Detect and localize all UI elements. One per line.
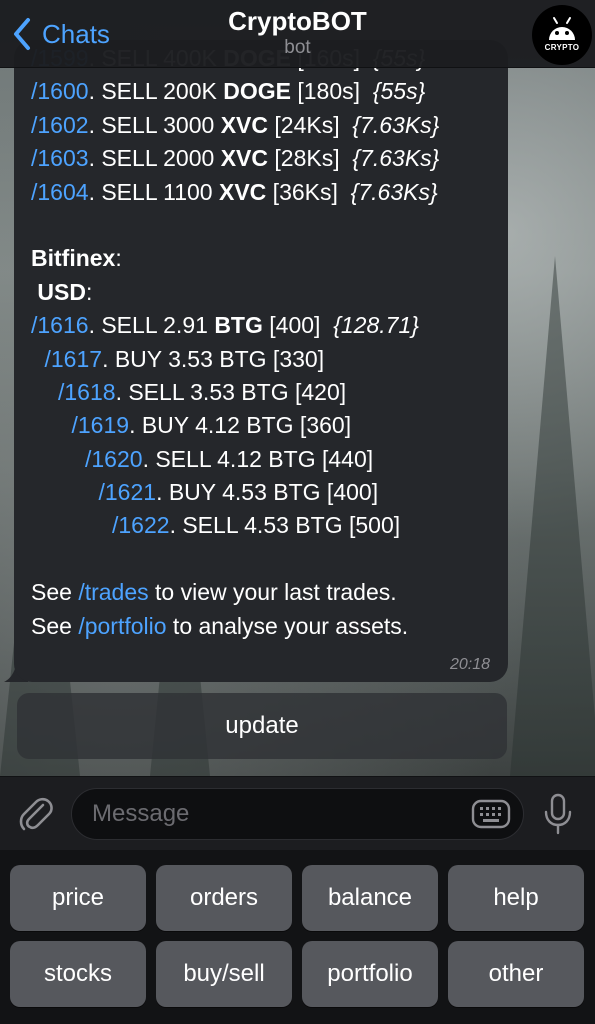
message-text-segment: DOGE (223, 78, 291, 105)
command-link[interactable]: /1621 (99, 479, 157, 505)
paperclip-icon[interactable] (17, 795, 55, 835)
key-other[interactable]: other (448, 941, 584, 1007)
message-text-segment: . SELL 4.12 BTG [440] (142, 445, 374, 472)
message-text-segment: BTG (214, 312, 263, 339)
message-text-segment: : (115, 245, 122, 272)
command-link[interactable]: /portfolio (78, 613, 166, 639)
command-link[interactable]: /1620 (85, 446, 143, 472)
command-link[interactable]: /1619 (72, 412, 130, 438)
command-link[interactable]: /1603 (31, 145, 89, 171)
message-line: Bitfinex: (31, 242, 439, 275)
command-link[interactable]: /1622 (112, 512, 170, 538)
message-text-segment: {7.63Ks} (350, 178, 438, 205)
key-price[interactable]: price (10, 865, 146, 931)
message-text-segment: : (85, 278, 93, 305)
bot-message-bubble: /1599. SELL 400K DOGE [160s] {55s}/1600.… (14, 40, 508, 682)
message-field[interactable] (71, 788, 524, 840)
message-line: /1600. SELL 200K DOGE [180s] {55s} (31, 75, 439, 108)
message-input-bar (0, 776, 595, 850)
message-text-segment: [400] (262, 312, 334, 339)
message-text-segment: See (31, 579, 79, 606)
android-robot-icon (549, 17, 575, 40)
message-line: /1620. SELL 4.12 BTG [440] (31, 443, 439, 476)
message-text-segment: {7.63Ks} (352, 145, 440, 172)
message-text-segment: [28Ks] (268, 145, 353, 172)
key-orders[interactable]: orders (156, 865, 292, 931)
message-text-segment: . SELL 2.91 (88, 312, 215, 339)
message-text-segment: . BUY 3.53 BTG [330] (102, 345, 325, 372)
command-link[interactable]: /trades (78, 579, 148, 605)
back-button[interactable]: Chats (10, 14, 110, 54)
bot-avatar[interactable]: CRYPTO (532, 5, 592, 65)
message-input[interactable] (92, 789, 462, 839)
message-text-segment: [36Ks] (266, 178, 351, 205)
keyboard-icon[interactable] (471, 799, 511, 829)
key-portfolio[interactable]: portfolio (302, 941, 438, 1007)
command-link[interactable]: /1617 (45, 346, 103, 372)
message-text-segment: . SELL 3000 (88, 111, 221, 138)
message-line: /1602. SELL 3000 XVC [24Ks] {7.63Ks} (31, 109, 439, 142)
message-text-segment: XVC (220, 145, 268, 172)
message-text-segment: XVC (220, 111, 268, 138)
message-text-segment: . SELL 1100 (88, 178, 219, 205)
update-button[interactable]: update (17, 693, 507, 759)
message-text-segment: to analyse your assets. (166, 612, 409, 639)
message-line: /1619. BUY 4.12 BTG [360] (31, 409, 439, 442)
command-link[interactable]: /1602 (31, 112, 89, 138)
message-line: USD: (31, 276, 439, 309)
message-text-segment: Bitfinex (31, 245, 116, 272)
message-text-segment: See (31, 612, 79, 639)
message-line: /1604. SELL 1100 XVC [36Ks] {7.63Ks} (31, 176, 439, 209)
message-text-segment: [180s] (290, 78, 373, 105)
message-line: See /trades to view your last trades. (31, 576, 439, 609)
message-text-segment: . SELL 200K (88, 78, 224, 105)
command-link[interactable]: /1616 (31, 312, 89, 338)
command-link[interactable]: /1618 (58, 379, 116, 405)
message-text-segment: XVC (219, 178, 267, 205)
chat-header: Chats CryptoBOT bot CRYPTO (0, 0, 595, 68)
key-stocks[interactable]: stocks (10, 941, 146, 1007)
message-text-segment: {128.71} (333, 312, 419, 339)
message-text-segment: . SELL 4.53 BTG [500] (169, 512, 401, 539)
microphone-icon[interactable] (543, 793, 573, 835)
message-text: /1599. SELL 400K DOGE [160s] {55s}/1600.… (31, 42, 439, 643)
message-line: /1622. SELL 4.53 BTG [500] (31, 509, 439, 542)
message-text-segment: {7.63Ks} (352, 111, 440, 138)
message-time: 20:18 (449, 656, 490, 673)
key-balance[interactable]: balance (302, 865, 438, 931)
key-buy-sell[interactable]: buy/sell (156, 941, 292, 1007)
message-text-segment: to view your last trades. (148, 579, 397, 606)
wallpaper-tree (510, 256, 595, 776)
avatar-label: CRYPTO (544, 43, 580, 52)
message-text-segment: . BUY 4.53 BTG [400] (156, 479, 379, 506)
back-label: Chats (42, 18, 110, 49)
bot-keyboard: price orders balance help stocks buy/sel… (0, 850, 595, 1024)
message-text-segment: [24Ks] (268, 111, 353, 138)
command-link[interactable]: /1604 (31, 179, 89, 205)
message-text-segment: {55s} (372, 78, 426, 105)
message-line: /1616. SELL 2.91 BTG [400] {128.71} (31, 309, 439, 342)
message-line: /1621. BUY 4.53 BTG [400] (31, 476, 439, 509)
message-line: /1618. SELL 3.53 BTG [420] (31, 376, 439, 409)
command-link[interactable]: /1600 (31, 78, 89, 104)
message-text-segment: . SELL 3.53 BTG [420] (115, 378, 347, 405)
message-line: /1603. SELL 2000 XVC [28Ks] {7.63Ks} (31, 142, 439, 175)
message-text-segment: . SELL 2000 (88, 145, 221, 172)
key-help[interactable]: help (448, 865, 584, 931)
message-line: /1617. BUY 3.53 BTG [330] (31, 343, 439, 376)
message-text-segment: USD (31, 278, 86, 305)
message-text-segment: . BUY 4.12 BTG [360] (129, 412, 352, 439)
chevron-left-icon (14, 18, 30, 50)
message-line: See /portfolio to analyse your assets. (31, 610, 439, 643)
